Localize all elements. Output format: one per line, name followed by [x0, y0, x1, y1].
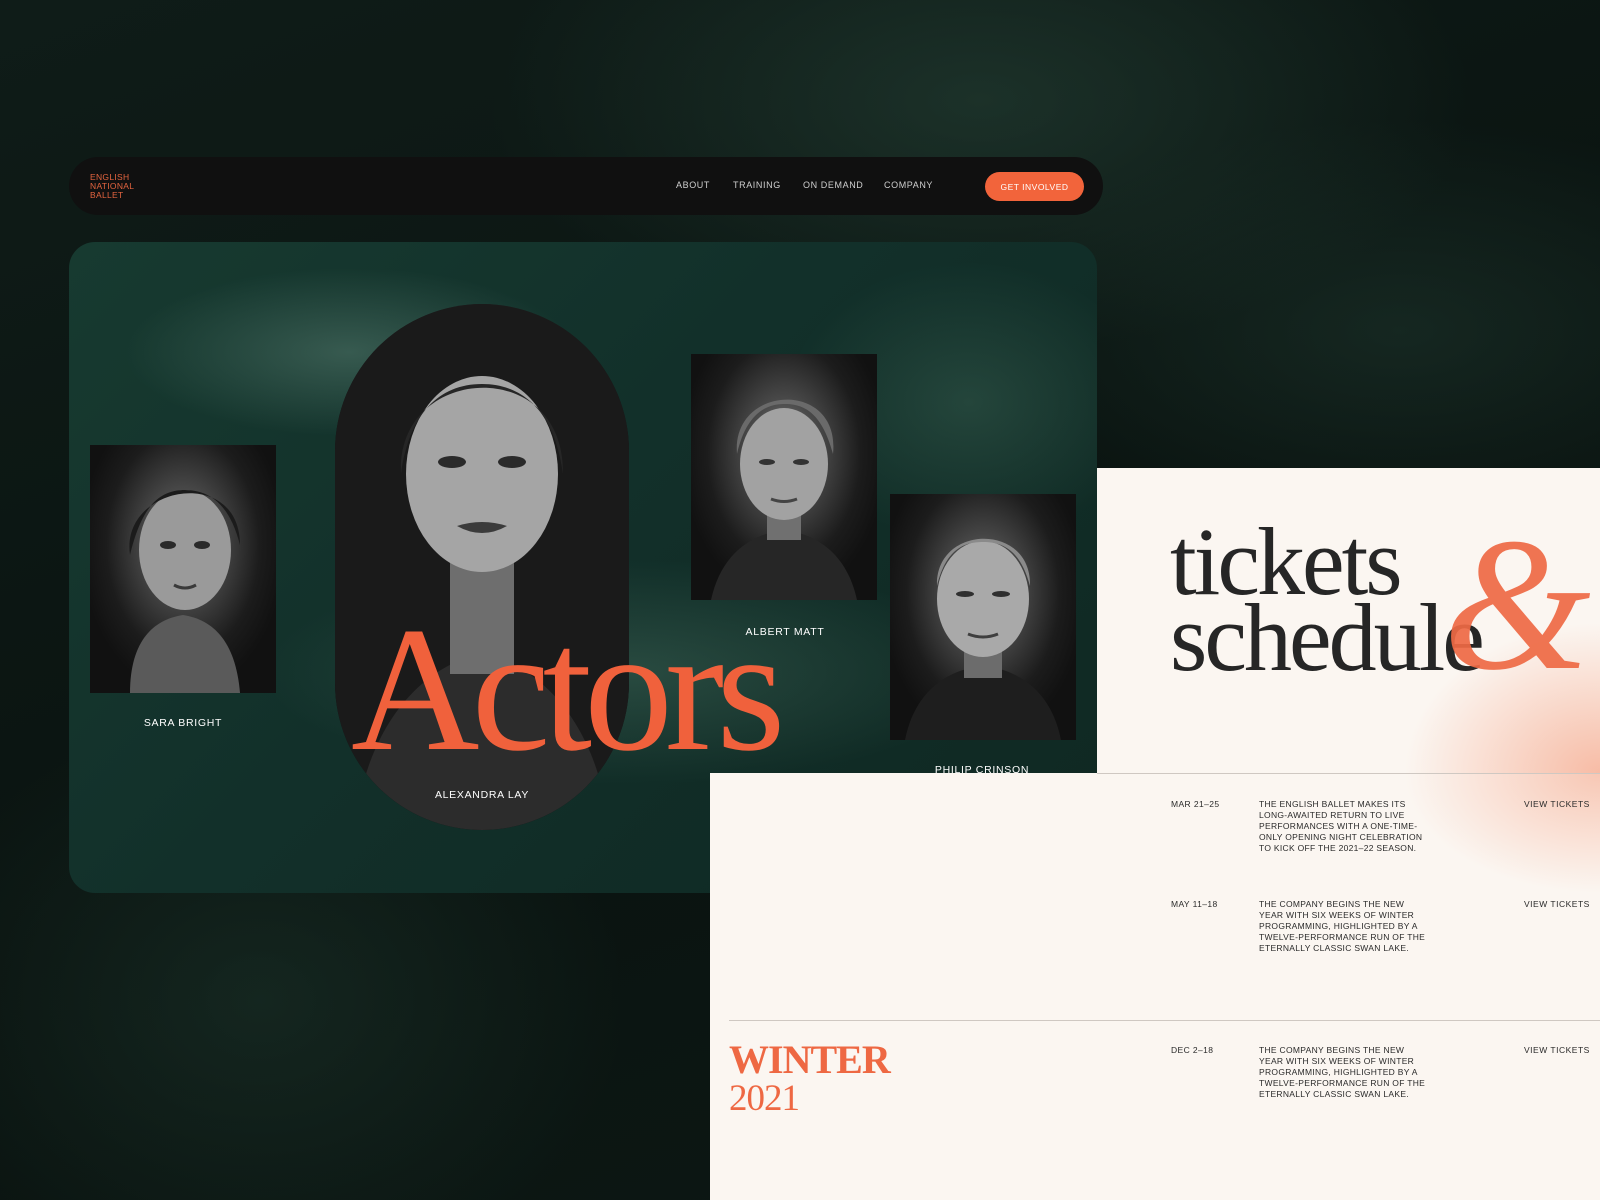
- schedule-heading: schedule: [1170, 584, 1485, 691]
- view-tickets-link[interactable]: VIEW TICKETS: [1524, 799, 1590, 809]
- get-involved-button[interactable]: GET INVOLVED: [985, 172, 1084, 201]
- event-description: THE COMPANY BEGINS THE NEW YEAR WITH SIX…: [1259, 899, 1426, 953]
- view-tickets-link[interactable]: VIEW TICKETS: [1524, 1045, 1590, 1055]
- actor-photo-albert[interactable]: [691, 354, 877, 600]
- portrait-silhouette: [129, 490, 240, 693]
- schedule-panel: [710, 773, 1600, 1200]
- event-description: THE ENGLISH BALLET MAKES ITS LONG-AWAITE…: [1259, 799, 1423, 853]
- event-date: DEC 2–18: [1171, 1045, 1214, 1055]
- actor-photo-philip[interactable]: [890, 494, 1076, 740]
- top-navbar: ENGLISH NATIONAL BALLET ABOUT TRAINING O…: [69, 157, 1103, 215]
- divider: [1097, 773, 1600, 774]
- actor-name-sara: SARA BRIGHT: [143, 717, 223, 729]
- event-date: MAY 11–18: [1171, 899, 1218, 909]
- actor-photo-sara[interactable]: [90, 445, 276, 693]
- season-heading: WINTER 2021: [729, 1037, 891, 1119]
- season-name: WINTER: [729, 1037, 891, 1082]
- logo-line: BALLET: [90, 190, 124, 200]
- portrait-silhouette: [711, 399, 857, 600]
- season-year: 2021: [729, 1078, 800, 1119]
- actor-name-alexandra: ALEXANDRA LAY: [434, 789, 530, 801]
- ampersand-ornament: &: [1443, 500, 1591, 710]
- nav-link-about[interactable]: ABOUT: [676, 180, 710, 190]
- nav-link-training[interactable]: TRAINING: [733, 180, 781, 190]
- divider: [729, 1020, 1600, 1021]
- event-date: MAR 21–25: [1171, 799, 1220, 809]
- brand-logo[interactable]: ENGLISH NATIONAL BALLET: [90, 173, 134, 200]
- event-description: THE COMPANY BEGINS THE NEW YEAR WITH SIX…: [1259, 1045, 1426, 1099]
- nav-link-on-demand[interactable]: ON DEMAND: [803, 180, 863, 190]
- portrait-silhouette: [905, 538, 1061, 740]
- nav-link-company[interactable]: COMPANY: [884, 180, 933, 190]
- actors-heading: Actors: [351, 590, 786, 788]
- view-tickets-link[interactable]: VIEW TICKETS: [1524, 899, 1590, 909]
